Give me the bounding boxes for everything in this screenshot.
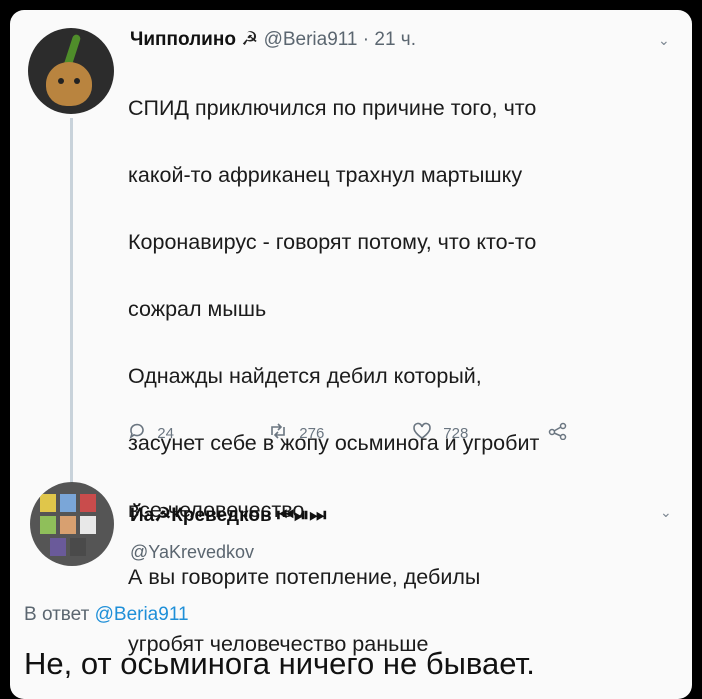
like-count: 728 — [443, 425, 469, 442]
tweet-line: Однажды найдется дебил который, — [128, 363, 482, 388]
tweet-line: Коронавирус - говорят потому, что кто-то — [128, 229, 537, 254]
like-button[interactable]: 728 — [412, 422, 468, 446]
reply-to-mention[interactable]: @Beria911 — [95, 604, 189, 625]
author-avatar[interactable] — [28, 28, 114, 114]
chevron-down-icon[interactable]: ⌄ — [660, 504, 672, 521]
reply-author-name[interactable]: Йа☭Креведков ⏮⏯⏭ — [130, 504, 326, 527]
retweet-button[interactable]: 276 — [268, 422, 324, 446]
tweet-line: какой-то африканец трахнул мартышку — [128, 162, 523, 187]
avatar-eye-right — [74, 78, 80, 84]
reply-author-handle[interactable]: @YaKrevedkov — [130, 542, 254, 563]
avatar-tile — [40, 516, 56, 534]
tweet-actions: 24 276 728 — [128, 418, 628, 446]
reply-count: 24 — [157, 425, 174, 442]
reply-button[interactable]: 24 — [128, 422, 174, 446]
tweet-line: СПИД приключился по причине того, что — [128, 95, 537, 120]
avatar-tile — [60, 516, 76, 534]
tweet-header: Чипполино ☭ @Beria911 · 21 ч. — [130, 28, 416, 51]
tweet-time[interactable]: · 21 ч. — [363, 29, 416, 50]
tweet-text: СПИД приключился по причине того, что ка… — [128, 58, 678, 695]
retweet-icon — [268, 423, 293, 445]
thread-connector — [70, 118, 73, 490]
avatar-eye-left — [58, 78, 64, 84]
reply-text: Не, от осьминога ничего не бывает. — [24, 646, 535, 681]
avatar-tile — [40, 494, 56, 512]
avatar-tile — [70, 538, 86, 556]
name-symbol: ☭ — [241, 29, 259, 50]
retweet-count: 276 — [299, 425, 325, 442]
share-icon — [548, 422, 568, 445]
onion-bulb — [46, 62, 92, 106]
chevron-down-icon[interactable]: ⌄ — [658, 32, 670, 49]
avatar-tile — [60, 494, 76, 512]
tweet-line: А вы говорите потепление, дебилы — [128, 564, 481, 589]
avatar-tile — [80, 516, 96, 534]
author-handle[interactable]: @Beria911 — [264, 29, 358, 50]
comment-icon — [128, 423, 151, 445]
tweet-card: Чипполино ☭ @Beria911 · 21 ч. ⌄ СПИД при… — [10, 10, 692, 699]
heart-icon — [412, 422, 437, 445]
tweet-line: сожрал мышь — [128, 296, 267, 321]
author-name[interactable]: Чипполино — [130, 29, 236, 50]
avatar-tile — [50, 538, 66, 556]
avatar-tile — [80, 494, 96, 512]
reply-author-avatar[interactable] — [30, 482, 114, 566]
reply-to-line: В ответ @Beria911 — [24, 604, 189, 626]
reply-to-prefix: В ответ — [24, 604, 90, 625]
share-button[interactable] — [548, 422, 574, 446]
